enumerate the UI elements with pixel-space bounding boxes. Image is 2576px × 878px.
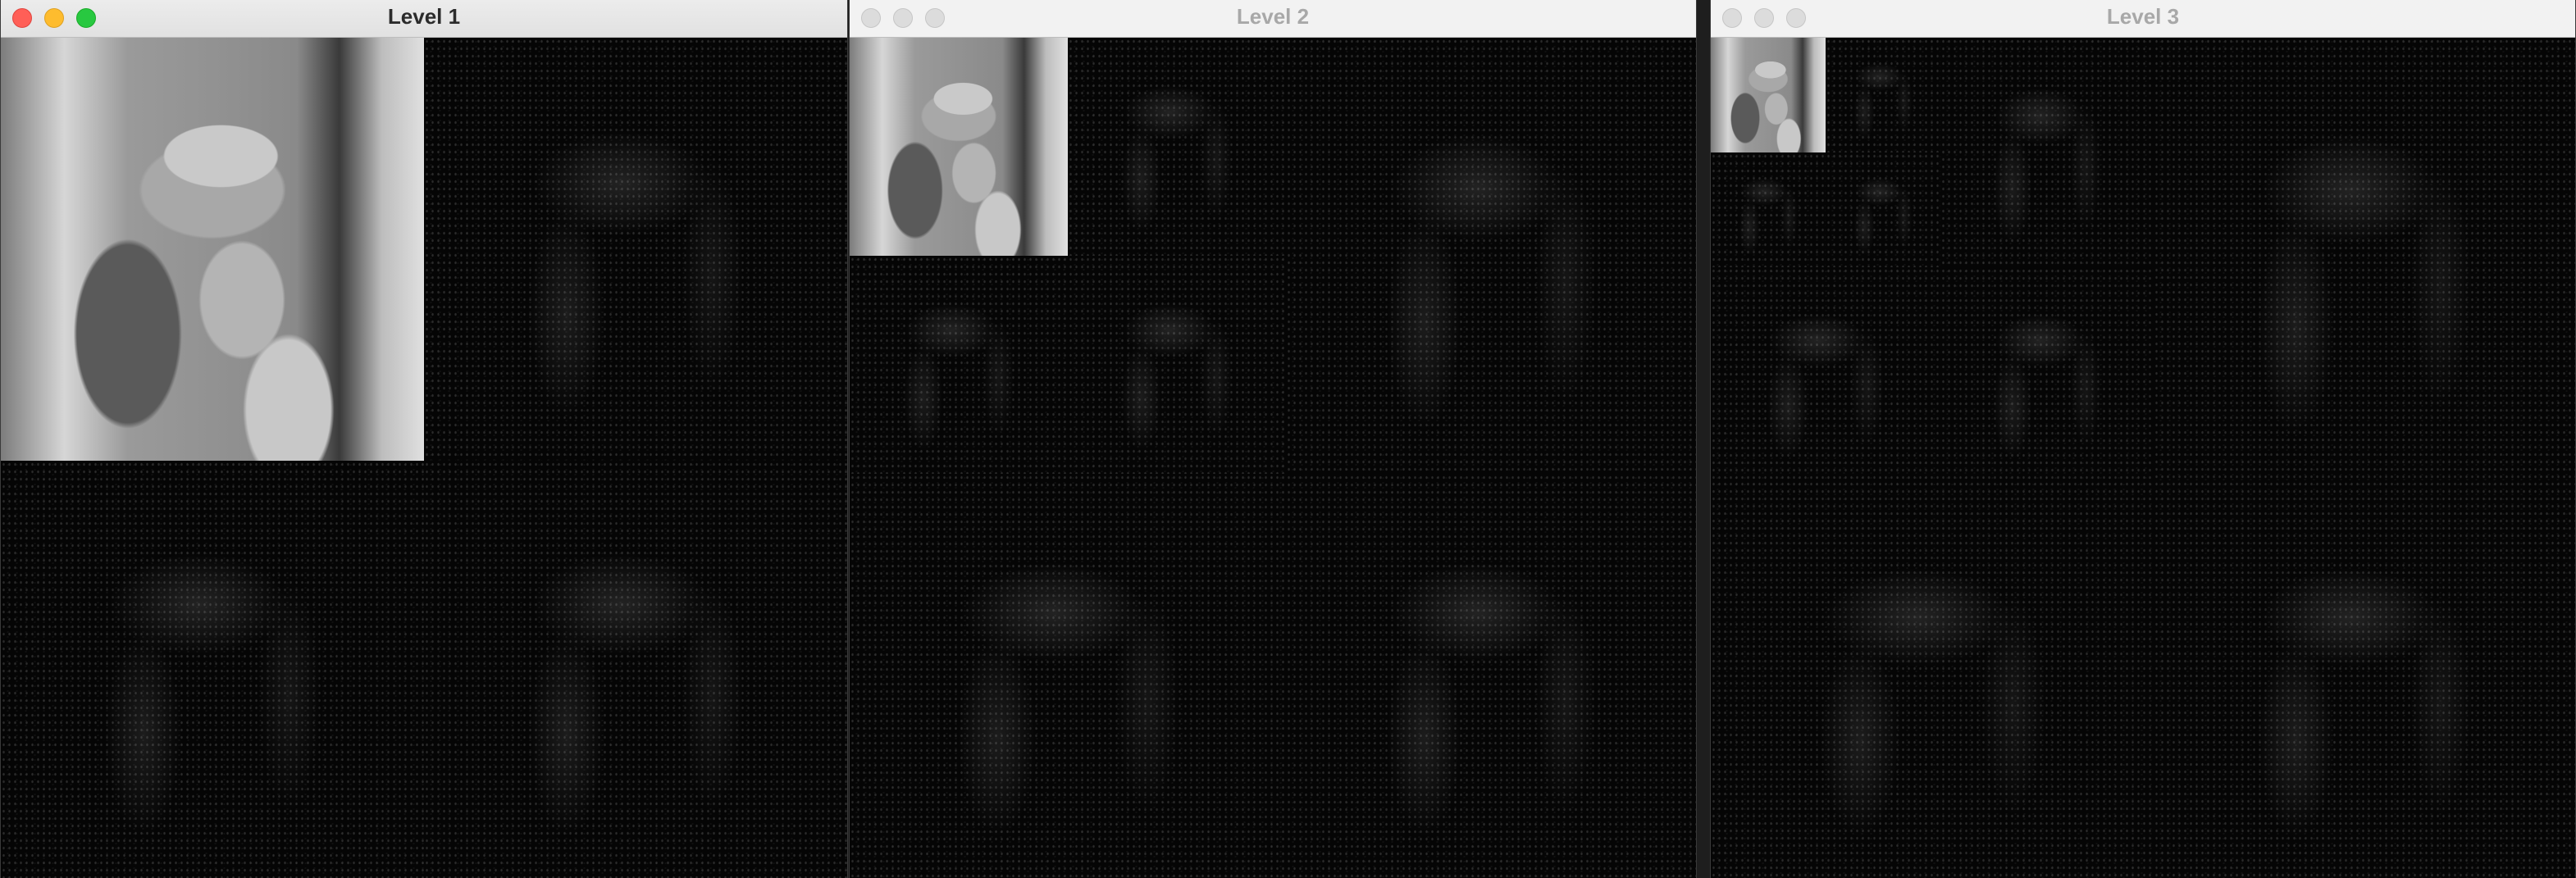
image-canvas [850,38,1696,878]
diagonal-detail-image-level-3 [1826,152,1940,267]
window-level-1[interactable]: Level 1 [0,0,848,878]
traffic-lights [861,8,945,28]
diagonal-detail-image [424,461,847,878]
window-title: Level 3 [2106,4,2180,29]
desktop: Level 1 Level 2 Level 3 [0,0,2576,878]
traffic-lights [1722,8,1806,28]
approximation-image [1,38,424,461]
traffic-lights [12,8,96,28]
approximation-image [850,38,1068,256]
image-canvas [1,38,847,878]
maximize-button[interactable] [1786,8,1806,28]
vertical-detail-image [1,461,424,878]
horizontal-detail-image-level-2 [1068,38,1286,256]
diagonal-detail-image-level-2 [1068,256,1286,474]
horizontal-detail-image-level-1 [2154,38,2575,480]
vertical-detail-image-level-1 [850,474,1286,878]
window-title: Level 2 [1236,4,1310,29]
vertical-detail-image-level-2 [1711,267,1940,480]
diagonal-detail-image-level-2 [1940,267,2154,480]
window-title: Level 1 [387,4,461,29]
close-button[interactable] [861,8,881,28]
maximize-button[interactable] [76,8,96,28]
diagonal-detail-image-level-1 [1286,474,1696,878]
vertical-detail-image-level-3 [1711,152,1826,267]
image-canvas [1711,38,2575,878]
horizontal-detail-image [424,38,847,461]
vertical-detail-image-level-1 [1711,480,2154,878]
close-button[interactable] [1722,8,1742,28]
diagonal-detail-image-level-1 [2154,480,2575,878]
minimize-button[interactable] [1754,8,1774,28]
minimize-button[interactable] [44,8,64,28]
horizontal-detail-image-level-3 [1826,38,1940,152]
horizontal-detail-image-level-1 [1286,38,1696,474]
minimize-button[interactable] [893,8,913,28]
window-level-2[interactable]: Level 2 [849,0,1697,878]
vertical-detail-image-level-2 [850,256,1068,474]
window-titlebar[interactable]: Level 1 [1,0,847,38]
approximation-image [1711,38,1826,152]
window-level-3[interactable]: Level 3 [1710,0,2576,878]
window-titlebar[interactable]: Level 3 [1711,0,2575,38]
window-titlebar[interactable]: Level 2 [850,0,1696,38]
horizontal-detail-image-level-2 [1940,38,2154,267]
close-button[interactable] [12,8,32,28]
maximize-button[interactable] [925,8,945,28]
